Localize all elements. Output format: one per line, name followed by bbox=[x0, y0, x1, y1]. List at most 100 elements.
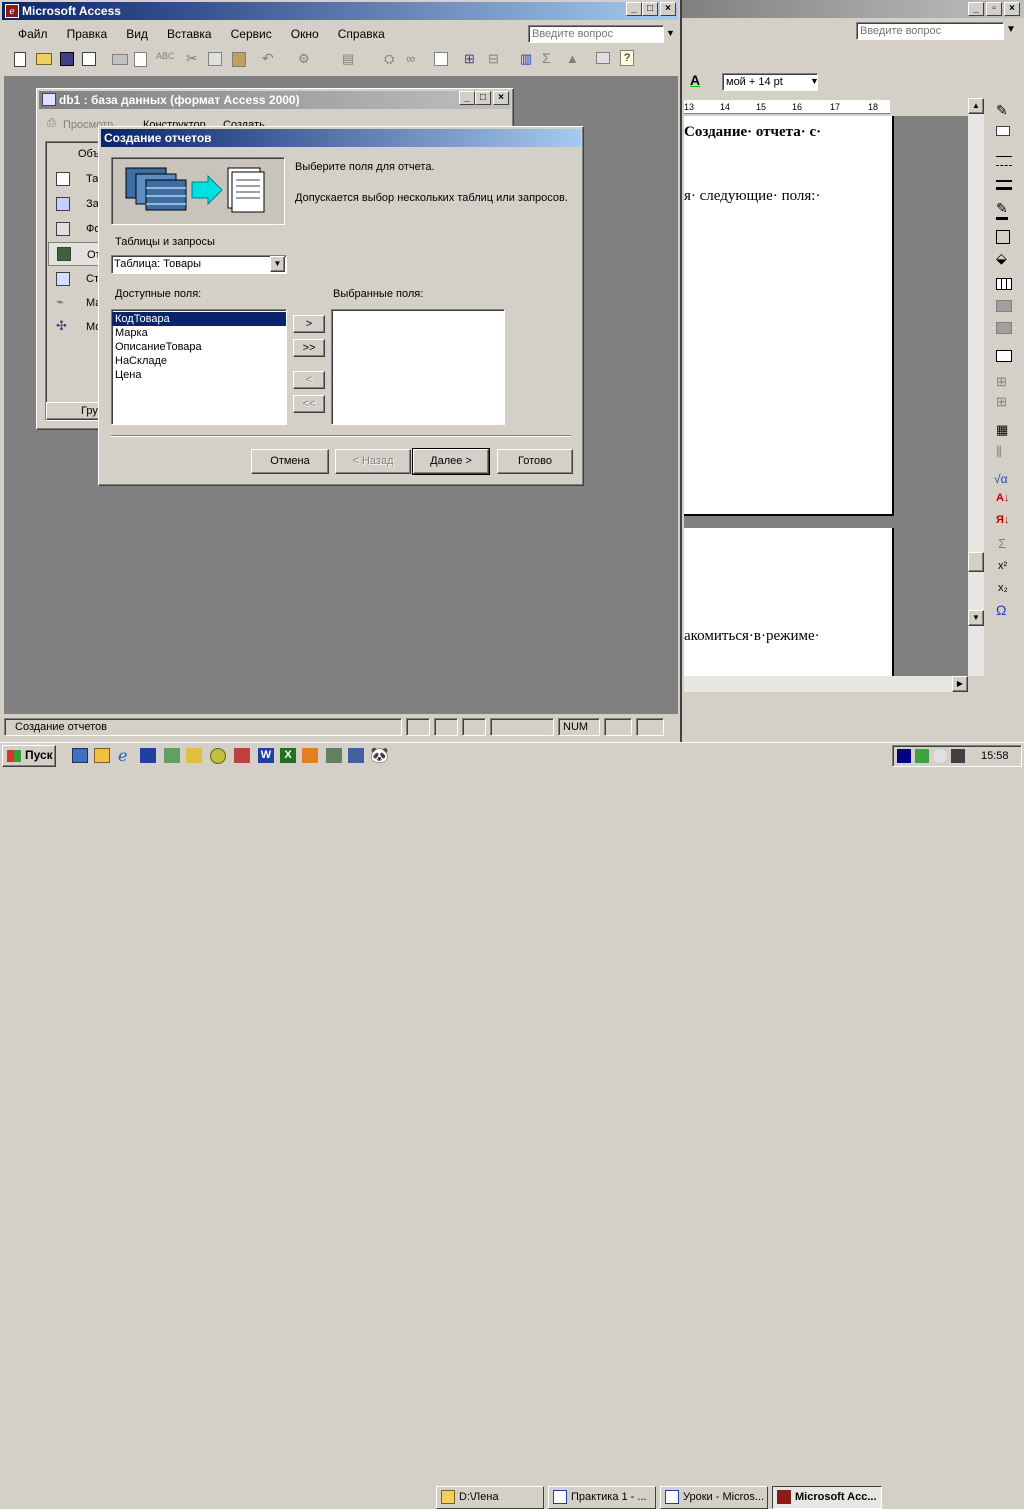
shading-icon[interactable]: ⬙ bbox=[996, 250, 1007, 267]
start-button[interactable]: Пуск bbox=[2, 745, 56, 767]
menu-insert[interactable]: Вставка bbox=[159, 24, 220, 44]
quicklaunch-app-icon[interactable] bbox=[186, 748, 202, 763]
quicklaunch-app-icon[interactable] bbox=[164, 748, 180, 763]
tray-icon[interactable] bbox=[933, 749, 947, 763]
available-fields-list[interactable]: КодТовара Марка ОписаниеТовара НаСкладе … bbox=[111, 309, 287, 425]
field-item[interactable]: Марка bbox=[112, 326, 286, 340]
align-icon[interactable] bbox=[996, 350, 1012, 362]
task-access[interactable]: Microsoft Acc... bbox=[772, 1486, 882, 1509]
font-color-icon[interactable]: A bbox=[690, 72, 700, 88]
insert-table-icon[interactable] bbox=[996, 278, 1012, 290]
tray-icon[interactable] bbox=[915, 749, 929, 763]
menu-help[interactable]: Справка bbox=[330, 24, 393, 44]
word-restore-button[interactable]: ▫ bbox=[986, 2, 1002, 16]
menu-tools[interactable]: Сервис bbox=[223, 24, 280, 44]
groups-bar[interactable]: Гру bbox=[46, 402, 104, 420]
quicklaunch-panda-icon[interactable]: 🐼 bbox=[370, 746, 389, 764]
quicklaunch-app-icon[interactable] bbox=[348, 748, 364, 763]
remove-one-button[interactable]: < bbox=[293, 371, 325, 389]
text-direction-icon[interactable]: ⫼ bbox=[996, 444, 1002, 460]
border-color-icon[interactable]: ✎ bbox=[996, 200, 1008, 220]
quicklaunch-excel-icon[interactable]: X bbox=[280, 748, 296, 763]
quicklaunch-ie-icon[interactable]: ℯ bbox=[118, 746, 127, 766]
style-box[interactable]: мой + 14 pt bbox=[722, 73, 818, 91]
style-dropdown-icon[interactable]: ▼ bbox=[810, 76, 819, 86]
new-object-icon[interactable]: ⊟ bbox=[488, 51, 499, 67]
distribute-rows-icon[interactable]: ⊞ bbox=[996, 374, 1007, 390]
split-cells-icon[interactable] bbox=[996, 322, 1012, 334]
word-help-input[interactable] bbox=[856, 22, 1004, 40]
chart-icon[interactable]: ▥ bbox=[520, 51, 532, 67]
merge-cells-icon[interactable] bbox=[996, 300, 1012, 312]
menu-file[interactable]: Файл bbox=[10, 24, 56, 44]
access-max-button[interactable]: □ bbox=[642, 2, 658, 16]
word-hscrollbar[interactable]: ▶ bbox=[684, 676, 968, 692]
spelling-icon[interactable]: ABC bbox=[156, 51, 175, 61]
quicklaunch-app-icon[interactable] bbox=[234, 748, 250, 763]
next-button[interactable]: Далее > bbox=[412, 448, 490, 475]
search-file-icon[interactable] bbox=[82, 52, 96, 66]
quicklaunch-cd-icon[interactable] bbox=[210, 748, 226, 764]
word-min-button[interactable]: _ bbox=[968, 2, 984, 16]
autoformat-icon[interactable]: ▦ bbox=[996, 422, 1008, 438]
tray-network-icon[interactable] bbox=[951, 749, 965, 763]
open-icon[interactable] bbox=[36, 53, 52, 65]
move-all-button[interactable]: >> bbox=[293, 339, 325, 357]
new-icon[interactable] bbox=[14, 52, 26, 67]
quicklaunch-word-icon[interactable]: W bbox=[258, 748, 274, 763]
help-icon[interactable]: ? bbox=[620, 50, 634, 66]
sort-ascending-icon[interactable]: А↓ bbox=[996, 492, 1009, 504]
task-word-practice[interactable]: Практика 1 - ... bbox=[548, 1486, 656, 1509]
db-close-button[interactable]: × bbox=[493, 91, 509, 105]
formula-icon[interactable]: √α bbox=[994, 472, 1008, 486]
paste-icon[interactable] bbox=[232, 52, 246, 67]
back-button[interactable]: < Назад bbox=[335, 449, 411, 474]
task-word-lessons[interactable]: Уроки - Micros... bbox=[660, 1486, 768, 1509]
area-chart-icon[interactable]: ▲ bbox=[566, 51, 579, 66]
print-icon[interactable] bbox=[112, 54, 128, 65]
field-item[interactable]: НаСкладе bbox=[112, 354, 286, 368]
field-item[interactable]: КодТовара bbox=[112, 312, 286, 326]
clock[interactable]: 15:58 bbox=[981, 750, 1009, 762]
eraser-icon[interactable] bbox=[996, 126, 1010, 136]
finish-button[interactable]: Готово bbox=[497, 449, 573, 474]
subscript-icon[interactable]: x₂ bbox=[998, 582, 1008, 594]
quicklaunch-desktop-icon[interactable] bbox=[72, 748, 88, 763]
print-preview-icon[interactable] bbox=[134, 52, 147, 67]
hscroll-right-button[interactable]: ▶ bbox=[952, 676, 968, 692]
access-help-input[interactable] bbox=[528, 25, 664, 43]
symbol-icon[interactable]: Ω bbox=[996, 602, 1006, 618]
quicklaunch-app-icon[interactable] bbox=[140, 748, 156, 763]
superscript-icon[interactable]: x² bbox=[998, 560, 1007, 572]
office-links-icon[interactable]: ▤ bbox=[342, 51, 354, 67]
access-close-button[interactable]: × bbox=[660, 2, 676, 16]
access-min-button[interactable]: _ bbox=[626, 2, 642, 16]
task-folder[interactable]: D:\Лена bbox=[436, 1486, 544, 1509]
remove-all-button[interactable]: << bbox=[293, 395, 325, 413]
tables-select[interactable]: Таблица: Товары ▼ bbox=[111, 255, 287, 274]
quicklaunch-app-icon[interactable] bbox=[326, 748, 342, 763]
quicklaunch-app-icon[interactable] bbox=[302, 748, 318, 763]
code-icon[interactable]: ⛭ bbox=[384, 51, 394, 67]
field-item[interactable]: Цена bbox=[112, 368, 286, 382]
help-dropdown-icon[interactable]: ▼ bbox=[666, 28, 675, 38]
sigma-icon[interactable]: Σ bbox=[542, 50, 551, 66]
analyze-icon[interactable]: ⚙ bbox=[298, 51, 310, 67]
line-style-icon[interactable] bbox=[996, 156, 1012, 166]
script-icon[interactable]: ∞ bbox=[406, 51, 415, 66]
word-vscrollbar[interactable]: ▲ ▼ bbox=[968, 98, 984, 676]
relationships-icon[interactable]: ⊞ bbox=[464, 51, 475, 67]
tray-icon[interactable] bbox=[897, 749, 911, 763]
field-item[interactable]: ОписаниеТовара bbox=[112, 340, 286, 354]
copy-icon[interactable] bbox=[208, 52, 222, 66]
cancel-button[interactable]: Отмена bbox=[251, 449, 329, 474]
save-icon[interactable] bbox=[60, 52, 74, 66]
selected-fields-list[interactable] bbox=[331, 309, 505, 425]
scroll-down-button[interactable]: ▼ bbox=[968, 610, 984, 626]
monitor-icon[interactable] bbox=[596, 52, 610, 64]
db-max-button[interactable]: □ bbox=[475, 91, 491, 105]
db-min-button[interactable]: _ bbox=[459, 91, 475, 105]
move-one-button[interactable]: > bbox=[293, 315, 325, 333]
menu-edit[interactable]: Правка bbox=[59, 24, 116, 44]
sort-descending-icon[interactable]: Я↓ bbox=[996, 514, 1009, 526]
